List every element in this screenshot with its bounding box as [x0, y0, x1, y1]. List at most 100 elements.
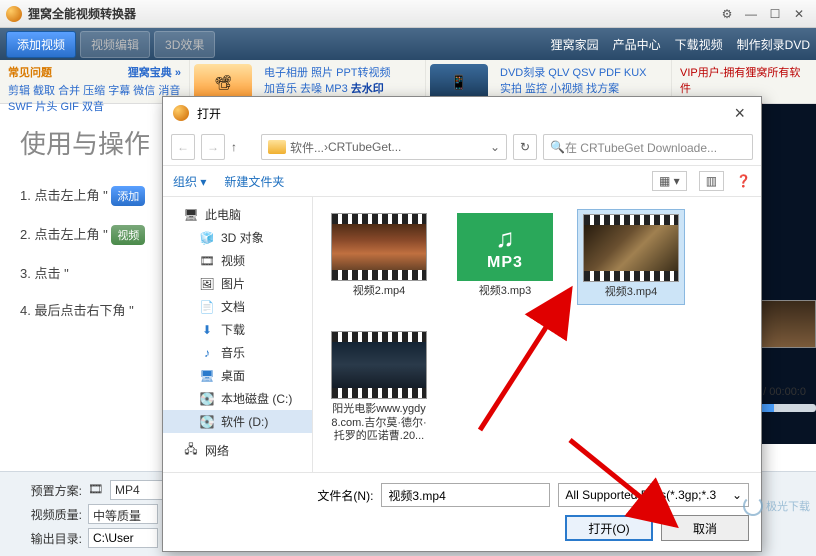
file-item-movie[interactable]: 阳光电影www.ygdy8.com.吉尔莫·德尔·托罗的匹诺曹.20... — [325, 327, 433, 448]
dialog-toolbar: 组织 ▾ 新建文件夹 ▦ ▾ ▥ ❓ — [163, 165, 761, 197]
col3-line1[interactable]: DVD刻录 QLV QSV PDF KUX — [500, 64, 663, 80]
dialog-footer: 文件名(N): All Supported Files(*.3gp;*.3⌄ 打… — [163, 472, 761, 551]
close-button[interactable]: ✕ — [788, 5, 810, 23]
sidebar-disk-d[interactable]: 💽软件 (D:) — [163, 410, 312, 433]
link-burn-dvd[interactable]: 制作刻录DVD — [737, 36, 810, 53]
top-links: 狸窝家园 产品中心 下载视频 制作刻录DVD — [551, 36, 810, 53]
search-input[interactable]: 🔍 在 CRTubeGet Downloade... — [543, 134, 753, 160]
output-path-input[interactable] — [88, 528, 158, 548]
sidebar-desktop[interactable]: 🖥桌面 — [163, 364, 312, 387]
new-folder-button[interactable]: 新建文件夹 — [224, 173, 284, 190]
file-item-mp3[interactable]: ♫ MP3 视频3.mp3 — [451, 209, 559, 305]
quality-label: 视频质量: — [12, 506, 82, 523]
col2-l2a[interactable]: 加音乐 去噪 MP3 — [264, 83, 351, 95]
app-icon — [6, 6, 22, 22]
pc-icon: 🖥 — [183, 207, 199, 223]
breadcrumb[interactable]: 软件... › CRTubeGet... ⌄ — [261, 134, 507, 160]
file-filter-combo[interactable]: All Supported Files(*.3gp;*.3⌄ — [558, 483, 749, 507]
dialog-title: 打开 — [197, 105, 221, 122]
maximize-button[interactable]: ☐ — [764, 5, 786, 23]
faq-links[interactable]: 剪辑 截取 合并 压缩 字幕 微信 消音 SWF 片头 GIF 双音 — [8, 82, 181, 114]
app-toolbar: 添加视频 视频编辑 3D效果 狸窝家园 产品中心 下载视频 制作刻录DVD — [0, 28, 816, 60]
video-thumbnail — [331, 331, 427, 399]
sidebar-3d-objects[interactable]: 🧊3D 对象 — [163, 226, 312, 249]
filename-label: 文件名(N): — [175, 487, 373, 504]
output-label: 输出目录: — [12, 530, 82, 547]
nav-forward-button[interactable]: → — [201, 134, 225, 160]
organize-button[interactable]: 组织 ▾ — [173, 173, 206, 190]
video-icon: 🎞 — [199, 253, 215, 269]
promo-ppt-icon[interactable]: 📽 — [194, 64, 252, 100]
nav-up-button[interactable]: ↑ — [231, 140, 255, 154]
minimize-button[interactable]: — — [740, 5, 762, 23]
help-button[interactable]: ❓ — [736, 174, 751, 188]
refresh-button[interactable]: ↻ — [513, 134, 537, 160]
open-button[interactable]: 打开(O) — [565, 515, 653, 541]
folder-icon — [268, 140, 286, 154]
disk-icon: 💽 — [199, 391, 215, 407]
view-mode-button[interactable]: ▦ ▾ — [652, 171, 687, 191]
sidebar-network[interactable]: 🖧网络 — [163, 439, 312, 462]
picture-icon: 🖼 — [199, 276, 215, 292]
mp4-icon: 🎞 — [88, 482, 104, 498]
crumb-2[interactable]: CRTubeGet... — [328, 140, 401, 154]
watermark: 极光下载 — [743, 496, 810, 516]
video-edit-button[interactable]: 视频编辑 — [80, 31, 150, 58]
dialog-sidebar: 🖥此电脑 🧊3D 对象 🎞视频 🖼图片 📄文档 ⬇下载 ♪音乐 🖥桌面 💽本地磁… — [163, 197, 313, 472]
crumb-1[interactable]: 软件... — [290, 139, 324, 156]
sidebar-pictures[interactable]: 🖼图片 — [163, 272, 312, 295]
vip-text: VIP用户-拥有狸窝所有软件 — [680, 64, 808, 96]
file-list[interactable]: 视频2.mp4 ♫ MP3 视频3.mp3 视频3.mp4 阳光电影www.yg… — [313, 197, 761, 472]
search-icon: 🔍 — [550, 140, 565, 154]
chevron-down-icon: ⌄ — [732, 488, 742, 502]
remove-watermark-link[interactable]: 去水印 — [351, 83, 384, 95]
file-item-video3-mp4[interactable]: 视频3.mp4 — [577, 209, 685, 305]
preview-thumbnail[interactable] — [756, 300, 816, 348]
file-item-video2[interactable]: 视频2.mp4 — [325, 209, 433, 305]
sidebar-music[interactable]: ♪音乐 — [163, 341, 312, 364]
settings-icon[interactable]: ⚙ — [716, 5, 738, 23]
progress-bar[interactable] — [756, 404, 816, 412]
link-home[interactable]: 狸窝家园 — [551, 36, 599, 53]
video-thumbnail — [583, 214, 679, 282]
link-download[interactable]: 下载视频 — [675, 36, 723, 53]
promo-phone-icon[interactable]: 📱 — [430, 64, 488, 100]
dialog-titlebar: 打开 × — [163, 97, 761, 129]
col3-line2[interactable]: 实拍 监控 小视频 找方案 — [500, 80, 663, 96]
file-open-dialog: 打开 × ← → ↑ 软件... › CRTubeGet... ⌄ ↻ 🔍 在 … — [162, 96, 762, 552]
treasure-link[interactable]: 狸窝宝典 » — [128, 64, 181, 80]
nav-back-button[interactable]: ← — [171, 134, 195, 160]
sidebar-downloads[interactable]: ⬇下载 — [163, 318, 312, 341]
music-note-icon: ♫ — [495, 223, 515, 254]
cancel-button[interactable]: 取消 — [661, 515, 749, 541]
dialog-close-button[interactable]: × — [728, 103, 751, 124]
app-titlebar: 狸窝全能视频转换器 ⚙ — ☐ ✕ — [0, 0, 816, 28]
dialog-nav: ← → ↑ 软件... › CRTubeGet... ⌄ ↻ 🔍 在 CRTub… — [163, 129, 761, 165]
step1-chip: 添加 — [111, 186, 145, 206]
desktop-icon: 🖥 — [199, 368, 215, 384]
download-icon: ⬇ — [199, 322, 215, 338]
sidebar-documents[interactable]: 📄文档 — [163, 295, 312, 318]
cube-icon: 🧊 — [199, 230, 215, 246]
video-thumbnail — [331, 213, 427, 281]
effect-3d-button[interactable]: 3D效果 — [154, 31, 215, 58]
step2-chip: 视频 — [111, 225, 145, 245]
add-video-button[interactable]: 添加视频 — [6, 31, 76, 58]
sidebar-this-pc[interactable]: 🖥此电脑 — [163, 203, 312, 226]
preset-label: 预置方案: — [12, 482, 82, 499]
sidebar-videos[interactable]: 🎞视频 — [163, 249, 312, 272]
dialog-app-icon — [173, 105, 189, 121]
preview-pane-button[interactable]: ▥ — [699, 171, 724, 191]
watermark-icon — [743, 496, 763, 516]
sidebar-disk-c[interactable]: 💽本地磁盘 (C:) — [163, 387, 312, 410]
network-icon: 🖧 — [183, 443, 199, 459]
faq-hdr[interactable]: 常见问题 — [8, 67, 52, 79]
music-icon: ♪ — [199, 345, 215, 361]
preset-combo[interactable]: MP4 — [110, 480, 170, 500]
timecode: / 00:00:0 — [763, 386, 806, 398]
link-product[interactable]: 产品中心 — [613, 36, 661, 53]
col2-line1[interactable]: 电子相册 照片 PPT转视频 — [264, 64, 417, 80]
disk-icon: 💽 — [199, 414, 215, 430]
quality-combo[interactable]: 中等质量 — [88, 504, 158, 524]
filename-input[interactable] — [381, 483, 550, 507]
